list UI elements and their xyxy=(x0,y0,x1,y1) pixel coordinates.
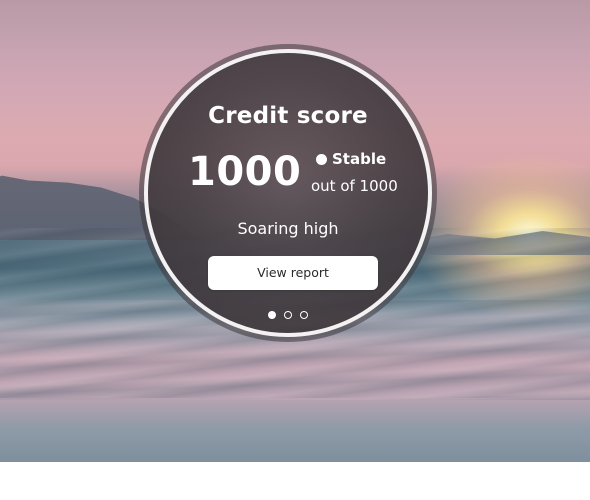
page-dot-2[interactable] xyxy=(284,311,292,319)
page-dot-1[interactable] xyxy=(268,311,276,319)
page-indicator xyxy=(148,311,428,319)
card-title: Credit score xyxy=(208,103,368,129)
credit-score-card: Credit score 1000 Stable out of 1000 Soa… xyxy=(144,49,432,337)
score-max: out of 1000 xyxy=(311,177,398,195)
status-dot-icon xyxy=(316,153,327,165)
status-label: Stable xyxy=(332,150,387,168)
credit-score-widget: Credit score 1000 Stable out of 1000 Soa… xyxy=(139,44,437,342)
score-tagline: Soaring high xyxy=(237,219,339,238)
status-indicator: Stable xyxy=(316,150,386,168)
score-value: 1000 xyxy=(188,149,302,195)
page-dot-3[interactable] xyxy=(300,311,308,319)
view-report-button[interactable]: View report xyxy=(208,256,378,290)
